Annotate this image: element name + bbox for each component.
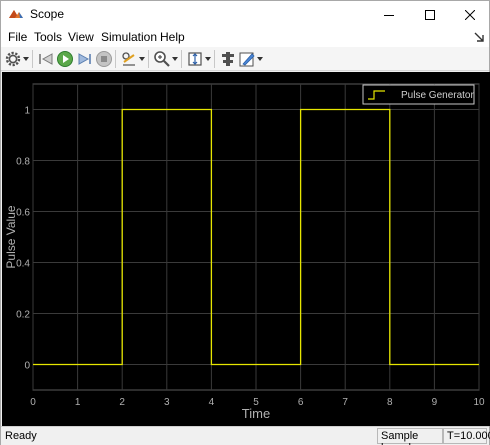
menu-tools[interactable]: Tools bbox=[34, 30, 62, 44]
time-indicator: T=10.000 bbox=[443, 428, 490, 444]
x-tick-label: 4 bbox=[209, 397, 215, 408]
y-tick-label: 0.2 bbox=[16, 310, 30, 321]
fit-dropdown-icon[interactable] bbox=[205, 56, 211, 62]
y-tick-label: 0.4 bbox=[16, 259, 30, 270]
edit-dropdown-icon[interactable] bbox=[257, 56, 263, 62]
menu-bar: File Tools View Simulation Help bbox=[1, 28, 489, 47]
edit-icon[interactable] bbox=[238, 50, 256, 68]
matlab-scope-icon bbox=[9, 10, 23, 18]
x-tick-label: 1 bbox=[75, 397, 81, 408]
menu-view[interactable]: View bbox=[68, 30, 94, 44]
stop-icon[interactable] bbox=[95, 50, 113, 68]
title-bar[interactable]: Scope bbox=[1, 1, 489, 28]
grid bbox=[32, 84, 480, 390]
fit-icon[interactable] bbox=[186, 50, 204, 68]
y-tick-label: 0 bbox=[24, 361, 30, 372]
toolbar-separator bbox=[181, 50, 182, 68]
menu-help[interactable]: Help bbox=[160, 30, 185, 44]
x-tick-label: 0 bbox=[30, 397, 36, 408]
y-tick-label: 1 bbox=[24, 106, 30, 117]
toolbar-separator bbox=[32, 50, 33, 68]
toolbar-separator bbox=[148, 50, 149, 68]
sample-mode-indicator: Sample based bbox=[377, 428, 443, 445]
x-tick-label: 10 bbox=[473, 397, 485, 408]
x-axis-label: Time bbox=[242, 406, 270, 421]
scope-display[interactable]: 0 1 2 3 4 5 6 7 8 9 10 0 0.2 0.4 0.6 0.8 1 Time Pulse Va… bbox=[2, 72, 490, 426]
y-tick-label: 0.8 bbox=[16, 157, 30, 168]
close-button[interactable] bbox=[450, 1, 490, 28]
x-tick-label: 9 bbox=[432, 397, 438, 408]
toolbar-separator bbox=[214, 50, 215, 68]
zoom-dropdown-icon[interactable] bbox=[172, 56, 178, 62]
gear-dropdown-icon[interactable] bbox=[23, 56, 29, 62]
tick-labels: 0 1 2 3 4 5 6 7 8 9 1000.20.40.60.81 bbox=[16, 106, 485, 409]
legend-label: Pulse Generator bbox=[401, 90, 474, 101]
minimize-button[interactable] bbox=[369, 1, 409, 28]
toolbar bbox=[1, 47, 489, 71]
window-title: Scope bbox=[30, 7, 65, 21]
highlight-dropdown-icon[interactable] bbox=[139, 56, 145, 62]
plot-canvas[interactable]: 0 1 2 3 4 5 6 7 8 9 1000.20.40.60.81 Time Pulse Va… bbox=[2, 72, 490, 426]
cursor-icon[interactable] bbox=[219, 50, 237, 68]
highlight-icon[interactable] bbox=[120, 50, 138, 68]
step-forward-icon[interactable] bbox=[76, 50, 94, 68]
x-tick-label: 7 bbox=[342, 397, 348, 408]
maximize-button[interactable] bbox=[410, 1, 450, 28]
status-bar: Ready Sample based T=10.000 bbox=[1, 426, 490, 445]
legend[interactable]: Pulse Generator bbox=[362, 84, 475, 105]
close-icon bbox=[465, 9, 475, 20]
x-tick-label: 8 bbox=[387, 397, 393, 408]
status-text: Ready bbox=[5, 430, 37, 442]
x-tick-label: 3 bbox=[164, 397, 170, 408]
y-axis-label: Pulse Value bbox=[4, 205, 18, 268]
menu-file[interactable]: File bbox=[8, 30, 27, 44]
run-icon[interactable] bbox=[56, 50, 74, 68]
maximize-icon bbox=[425, 9, 435, 20]
toolbar-separator bbox=[115, 50, 116, 68]
step-back-icon[interactable] bbox=[37, 50, 55, 68]
x-tick-label: 2 bbox=[119, 397, 125, 408]
zoom-icon[interactable] bbox=[153, 50, 171, 68]
y-tick-label: 0.6 bbox=[16, 208, 30, 219]
menu-simulation[interactable]: Simulation bbox=[101, 30, 157, 44]
x-tick-label: 6 bbox=[298, 397, 304, 408]
scope-window: Scope File Tools View Simulation Help 0 … bbox=[0, 0, 490, 445]
undock-icon[interactable] bbox=[472, 29, 486, 45]
gear-icon[interactable] bbox=[4, 50, 22, 68]
minimize-icon bbox=[384, 14, 394, 16]
